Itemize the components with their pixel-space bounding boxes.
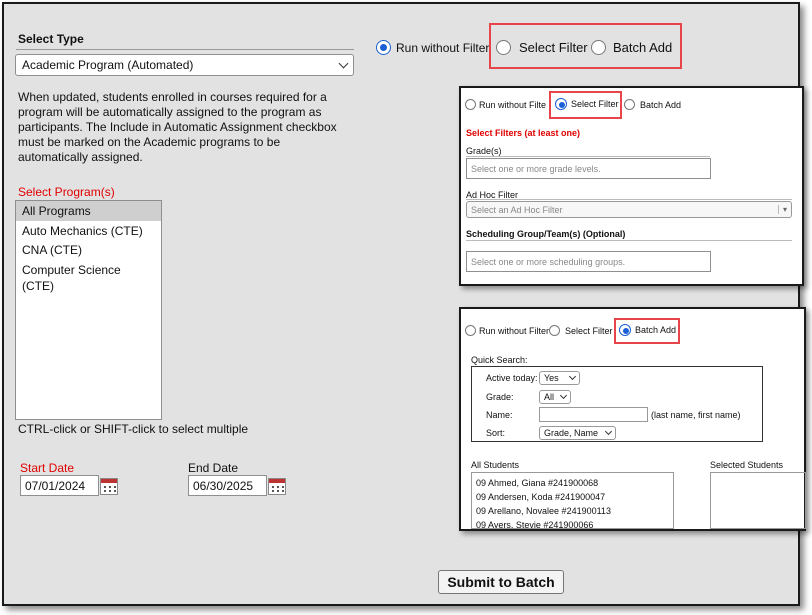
radio-label: Select Filter — [519, 40, 588, 55]
description-line: automatically assigned. — [18, 150, 143, 164]
description: When updated, students enrolled in cours… — [18, 90, 358, 165]
adhoc-placeholder: Select an Ad Hoc Filter — [471, 204, 563, 215]
quick-search-box: Active today: Yes Grade: All Name: (last… — [471, 366, 763, 442]
grade-select[interactable]: All — [539, 390, 571, 404]
selected-students-list[interactable] — [710, 472, 806, 529]
multi-select-hint: CTRL-click or SHIFT-click to select mult… — [18, 422, 249, 436]
list-item[interactable]: 09 Ayers, Stevie #241900066 — [476, 518, 669, 528]
programs-listbox[interactable]: All Programs Auto Mechanics (CTE) CNA (C… — [15, 200, 162, 420]
radio-label: Batch Add — [613, 40, 673, 55]
calendar-icon[interactable] — [100, 478, 118, 495]
sched-input[interactable]: Select one or more scheduling groups. — [466, 251, 711, 272]
chevron-down-icon — [338, 58, 349, 68]
radio-selected-icon[interactable] — [376, 40, 391, 55]
radio-select-filter[interactable]: Select Filter — [555, 98, 619, 110]
description-line: When updated, students enrolled in cours… — [18, 90, 327, 104]
chevron-down-icon — [604, 427, 613, 436]
radio-label: Run without Filter — [479, 325, 550, 336]
name-label: Name: — [486, 410, 513, 420]
divider — [16, 49, 354, 50]
radio-label: Select Filter — [571, 99, 619, 109]
radio-label: Run without Filter — [396, 40, 490, 55]
all-students-list[interactable]: 09 Ahmed, Giana #241900068 09 Andersen, … — [471, 472, 674, 529]
calendar-icon[interactable] — [268, 478, 286, 495]
radio-run-without-filter[interactable]: Run without Filte — [465, 99, 546, 110]
radio-label: Run without Filte — [479, 99, 547, 110]
radio-run-without-filter[interactable]: Run without Filter — [376, 40, 489, 55]
description-line: program will be automatically assigned t… — [18, 105, 322, 119]
grades-input[interactable]: Select one or more grade levels. — [466, 158, 711, 179]
name-input[interactable] — [539, 407, 648, 422]
radio-batch-add[interactable]: Batch Add — [619, 324, 676, 336]
active-select[interactable]: Yes — [539, 371, 580, 385]
sort-label: Sort: — [486, 428, 506, 438]
radio-batch-add[interactable]: Batch Add — [591, 40, 672, 55]
quick-search-label: Quick Search: — [471, 355, 528, 365]
active-label: Active today: — [486, 373, 538, 383]
chevron-down-icon — [559, 391, 568, 400]
description-line: participants. The Include in Automatic A… — [18, 120, 337, 134]
list-item[interactable]: 09 Arellano, Novalee #241900113 — [476, 504, 669, 518]
divider — [466, 199, 792, 200]
selected-students-label: Selected Students — [710, 460, 784, 470]
radio-batch-add[interactable]: Batch Add — [624, 99, 681, 110]
active-value: Yes — [544, 373, 559, 383]
divider — [466, 240, 792, 241]
radio-icon[interactable] — [591, 40, 606, 55]
radio-icon[interactable] — [549, 325, 560, 336]
list-item[interactable]: All Programs — [16, 201, 161, 221]
dropdown-arrow-icon[interactable]: ▾ — [777, 205, 787, 214]
radio-select-filter[interactable]: Select Filter — [496, 40, 588, 55]
grade-value: All — [544, 392, 555, 402]
list-item[interactable]: 09 Ahmed, Giana #241900068 — [476, 476, 669, 490]
adhoc-select[interactable]: Select an Ad Hoc Filter ▾ — [466, 201, 792, 218]
select-type-label: Select Type — [18, 32, 84, 46]
filters-heading: Select Filters (at least one) — [466, 128, 581, 138]
type-select[interactable]: Academic Program (Automated) — [15, 54, 354, 76]
end-date-label: End Date — [188, 461, 239, 475]
radio-icon[interactable] — [624, 99, 635, 110]
end-date-input[interactable]: 06/30/2025 — [188, 475, 267, 496]
list-item[interactable]: Computer Science (CTE) — [16, 260, 161, 293]
name-hint: (last name, first name) — [651, 410, 741, 420]
programs-label: Select Program(s) — [18, 185, 115, 199]
sched-label: Scheduling Group/Team(s) (Optional) — [466, 229, 626, 239]
sort-value: Grade, Name — [544, 428, 599, 438]
all-students-label: All Students — [471, 460, 520, 470]
radio-selected-icon[interactable] — [555, 98, 567, 110]
chevron-down-icon — [568, 372, 577, 381]
divider — [466, 156, 710, 157]
sort-select[interactable]: Grade, Name — [539, 426, 616, 440]
radio-select-filter[interactable]: Select Filter — [549, 325, 613, 336]
batch-add-inset: Run without Filter Select Filter Batch A… — [459, 307, 806, 531]
start-date-label: Start Date — [20, 461, 75, 475]
description-line: must be marked on the Academic programs … — [18, 135, 281, 149]
radio-icon[interactable] — [465, 325, 476, 336]
list-item[interactable]: 09 Andersen, Koda #241900047 — [476, 490, 669, 504]
grade-label: Grade: — [486, 392, 514, 402]
radio-label: Select Filter — [565, 325, 613, 336]
type-select-value: Academic Program (Automated) — [22, 58, 194, 72]
radio-label: Batch Add — [635, 325, 677, 335]
select-filter-inset: Run without Filte Select Filter Batch Ad… — [459, 86, 804, 286]
list-item[interactable]: Auto Mechanics (CTE) — [16, 221, 161, 241]
radio-run-without-filter[interactable]: Run without Filter — [465, 325, 549, 336]
radio-icon[interactable] — [465, 99, 476, 110]
submit-to-batch-button[interactable]: Submit to Batch — [438, 570, 564, 594]
radio-icon[interactable] — [496, 40, 511, 55]
list-item[interactable]: CNA (CTE) — [16, 240, 161, 260]
radio-selected-icon[interactable] — [619, 324, 631, 336]
start-date-input[interactable]: 07/01/2024 — [20, 475, 99, 496]
grades-label: Grade(s) — [466, 146, 502, 156]
radio-label: Batch Add — [640, 99, 682, 110]
